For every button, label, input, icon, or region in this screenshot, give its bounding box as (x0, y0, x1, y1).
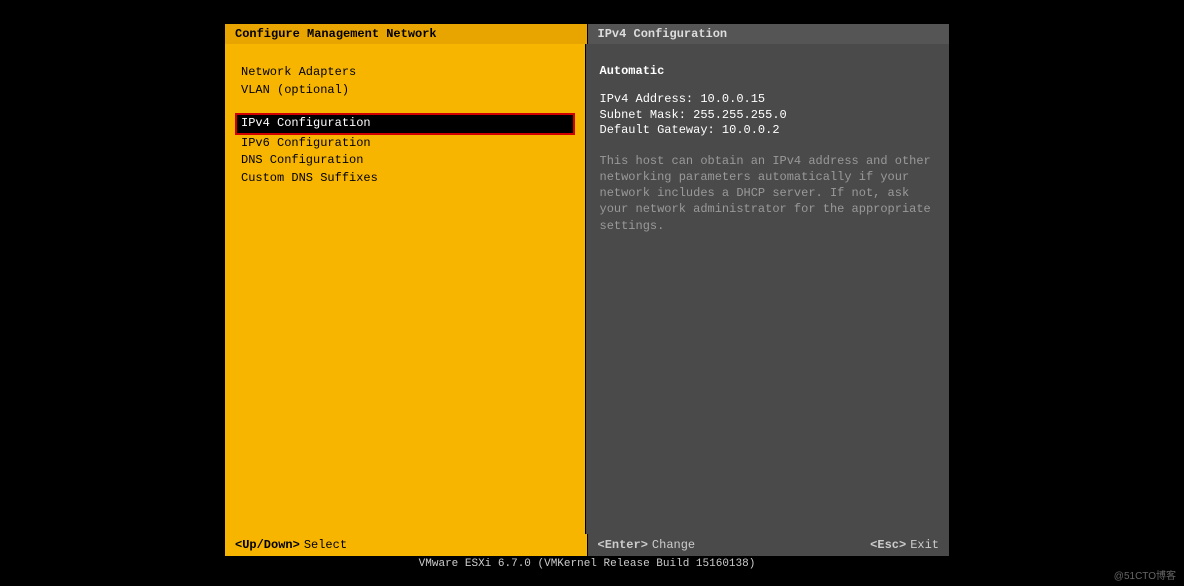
menu-item-vlan[interactable]: VLAN (optional) (237, 82, 573, 100)
footer-row: <Up/Down> Select <Enter> Change <Esc> Ex… (225, 534, 949, 556)
menu-group-2: IPv4 Configuration IPv6 Configuration DN… (237, 113, 573, 187)
content-row: Network Adapters VLAN (optional) IPv4 Co… (225, 44, 949, 534)
key-updown: <Up/Down> (235, 538, 300, 552)
menu-item-dns-configuration[interactable]: DNS Configuration (237, 152, 573, 170)
footer-right: <Enter> Change <Esc> Exit (588, 534, 950, 556)
key-esc-label: Exit (910, 538, 939, 552)
menu-group-1: Network Adapters VLAN (optional) (237, 64, 573, 99)
menu-panel: Network Adapters VLAN (optional) IPv4 Co… (225, 44, 586, 534)
hint-updown: <Up/Down> Select (235, 538, 347, 552)
hint-enter: <Enter> Change (598, 538, 696, 552)
hint-esc: <Esc> Exit (870, 538, 939, 552)
menu-item-ipv4-configuration[interactable]: IPv4 Configuration (235, 113, 575, 135)
detail-subnet-mask: Subnet Mask: 255.255.255.0 (600, 108, 936, 124)
watermark-text: @51CTO博客 (1114, 567, 1176, 582)
header-left-title: Configure Management Network (225, 24, 588, 44)
detail-ipv4-address: IPv4 Address: 10.0.0.15 (600, 92, 936, 108)
detail-description: This host can obtain an IPv4 address and… (600, 153, 936, 234)
detail-default-gateway: Default Gateway: 10.0.0.2 (600, 123, 936, 139)
menu-item-ipv6-configuration[interactable]: IPv6 Configuration (237, 135, 573, 153)
header-row: Configure Management Network IPv4 Config… (225, 24, 949, 44)
key-esc: <Esc> (870, 538, 906, 552)
header-right-title: IPv4 Configuration (588, 24, 950, 44)
footer-left: <Up/Down> Select (225, 534, 588, 556)
key-enter: <Enter> (598, 538, 648, 552)
key-enter-label: Change (652, 538, 695, 552)
status-bar: VMware ESXi 6.7.0 (VMKernel Release Buil… (225, 556, 949, 572)
menu-item-network-adapters[interactable]: Network Adapters (237, 64, 573, 82)
detail-panel: Automatic IPv4 Address: 10.0.0.15 Subnet… (586, 44, 950, 534)
menu-item-custom-dns-suffixes[interactable]: Custom DNS Suffixes (237, 170, 573, 188)
key-updown-label: Select (304, 538, 347, 552)
detail-title: Automatic (600, 64, 936, 78)
dcui-console: Configure Management Network IPv4 Config… (225, 24, 949, 572)
